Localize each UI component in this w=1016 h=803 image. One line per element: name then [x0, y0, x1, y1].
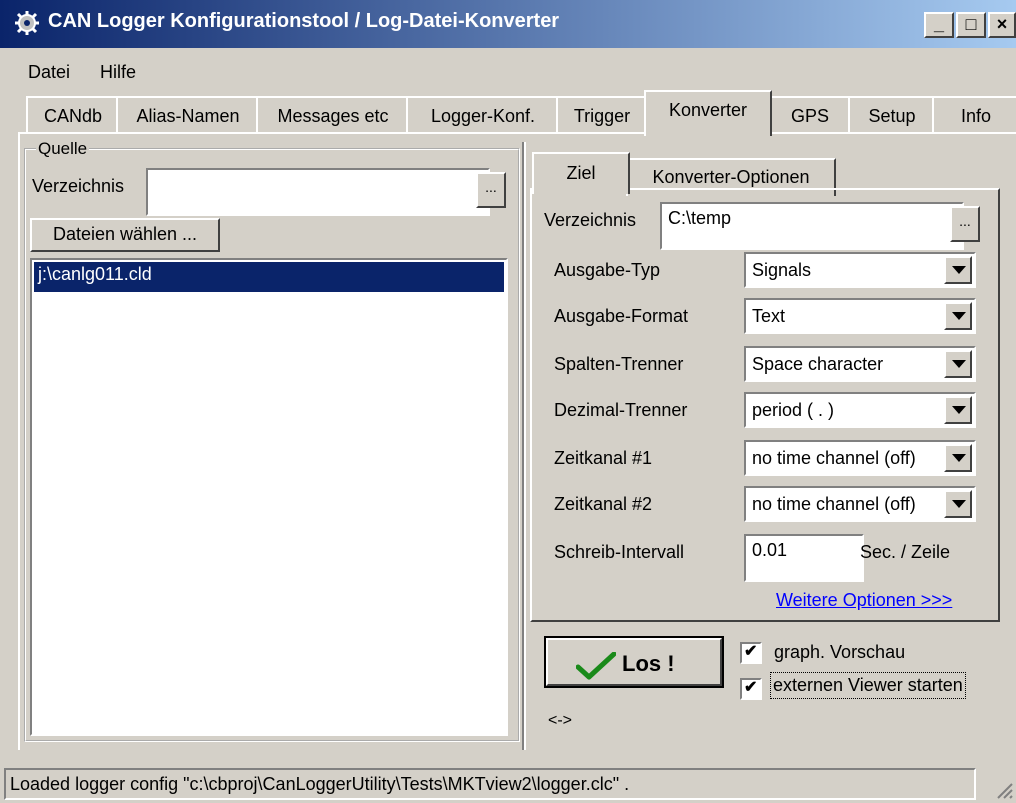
- go-button[interactable]: Los !: [544, 636, 724, 688]
- time-channel-1-value: no time channel (off): [752, 448, 916, 468]
- file-list-item[interactable]: j:\canlg011.cld: [34, 262, 504, 292]
- tab-setup[interactable]: Setup: [848, 96, 936, 134]
- dropdown-arrow-icon[interactable]: [944, 302, 972, 330]
- dropdown-arrow-icon[interactable]: [944, 396, 972, 424]
- target-dir-label: Verzeichnis: [544, 210, 637, 230]
- source-dir-label: Verzeichnis: [32, 176, 125, 196]
- output-type-select[interactable]: Signals: [744, 252, 976, 288]
- go-button-face: Los !: [546, 638, 722, 686]
- close-icon: ×: [996, 14, 1008, 34]
- title-bar[interactable]: CAN Logger Konfigurationstool / Log-Date…: [0, 0, 1016, 48]
- minimize-button[interactable]: _: [924, 12, 954, 38]
- output-format-value: Text: [752, 306, 786, 326]
- resize-grip-icon[interactable]: [994, 780, 1014, 800]
- external-viewer-checkbox[interactable]: [740, 677, 762, 700]
- menu-bar: Datei Hilfe: [0, 56, 1016, 90]
- tab-info[interactable]: Info: [932, 96, 1016, 134]
- close-button[interactable]: ×: [988, 12, 1016, 38]
- window-title: CAN Logger Konfigurationstool / Log-Date…: [48, 10, 560, 32]
- time-channel-1-select[interactable]: no time channel (off): [744, 440, 976, 476]
- menu-datei[interactable]: Datei: [28, 62, 70, 83]
- tab-alias-namen[interactable]: Alias-Namen: [116, 96, 260, 134]
- menu-hilfe[interactable]: Hilfe: [100, 62, 136, 83]
- tab-trigger[interactable]: Trigger: [556, 96, 648, 134]
- status-text: Loaded logger config "c:\cbproj\CanLogge…: [4, 768, 976, 800]
- decimal-separator-value: period ( . ): [752, 400, 835, 420]
- write-interval-label: Schreib-Intervall: [554, 542, 685, 562]
- time-channel-2-label: Zeitkanal #2: [554, 494, 653, 514]
- dropdown-arrow-icon[interactable]: [944, 350, 972, 378]
- column-separator-label: Spalten-Trenner: [554, 354, 684, 374]
- output-format-label: Ausgabe-Format: [554, 306, 689, 326]
- time-channel-1-label: Zeitkanal #1: [554, 448, 653, 468]
- tab-gps[interactable]: GPS: [768, 96, 852, 134]
- column-separator-select[interactable]: Space character: [744, 346, 976, 382]
- output-type-value: Signals: [752, 260, 812, 280]
- panel-divider: [522, 142, 526, 750]
- time-channel-2-value: no time channel (off): [752, 494, 916, 514]
- decimal-separator-label: Dezimal-Trenner: [554, 400, 688, 420]
- tab-konverter[interactable]: Konverter: [644, 90, 772, 136]
- target-browse-button[interactable]: ...: [950, 206, 980, 242]
- swap-icon[interactable]: <->: [548, 712, 572, 730]
- dropdown-arrow-icon[interactable]: [944, 256, 972, 284]
- output-format-select[interactable]: Text: [744, 298, 976, 334]
- go-button-label: Los !: [622, 651, 675, 676]
- checkmark-icon: [576, 652, 616, 680]
- source-dir-input[interactable]: [146, 168, 490, 216]
- tab-logger-konf[interactable]: Logger-Konf.: [406, 96, 560, 134]
- write-interval-unit: Sec. / Zeile: [860, 542, 951, 562]
- output-type-label: Ausgabe-Typ: [554, 260, 661, 280]
- more-options-link[interactable]: Weitere Optionen >>>: [776, 590, 952, 611]
- tab-candb[interactable]: CANdb: [26, 96, 120, 134]
- status-bar: Loaded logger config "c:\cbproj\CanLogge…: [0, 760, 1016, 803]
- write-interval-input[interactable]: 0.01: [744, 534, 864, 582]
- source-browse-button[interactable]: ...: [476, 172, 506, 208]
- app-gear-icon: [15, 11, 39, 35]
- time-channel-2-select[interactable]: no time channel (off): [744, 486, 976, 522]
- tab-ziel[interactable]: Ziel: [532, 152, 630, 194]
- source-group-label: Quelle: [36, 139, 90, 159]
- tab-messages[interactable]: Messages etc: [256, 96, 410, 134]
- column-separator-value: Space character: [752, 354, 884, 374]
- choose-files-button[interactable]: Dateien wählen ...: [30, 218, 220, 252]
- preview-label[interactable]: graph. Vorschau: [774, 642, 905, 663]
- dropdown-arrow-icon[interactable]: [944, 490, 972, 518]
- minimize-icon: _: [933, 14, 944, 34]
- maximize-button[interactable]: □: [956, 12, 986, 38]
- target-dir-input[interactable]: C:\temp: [660, 202, 964, 250]
- dropdown-arrow-icon[interactable]: [944, 444, 972, 472]
- external-viewer-label[interactable]: externen Viewer starten: [770, 672, 966, 699]
- maximize-icon: □: [965, 14, 977, 34]
- decimal-separator-select[interactable]: period ( . ): [744, 392, 976, 428]
- file-list[interactable]: j:\canlg011.cld: [30, 258, 508, 736]
- preview-checkbox[interactable]: [740, 641, 762, 664]
